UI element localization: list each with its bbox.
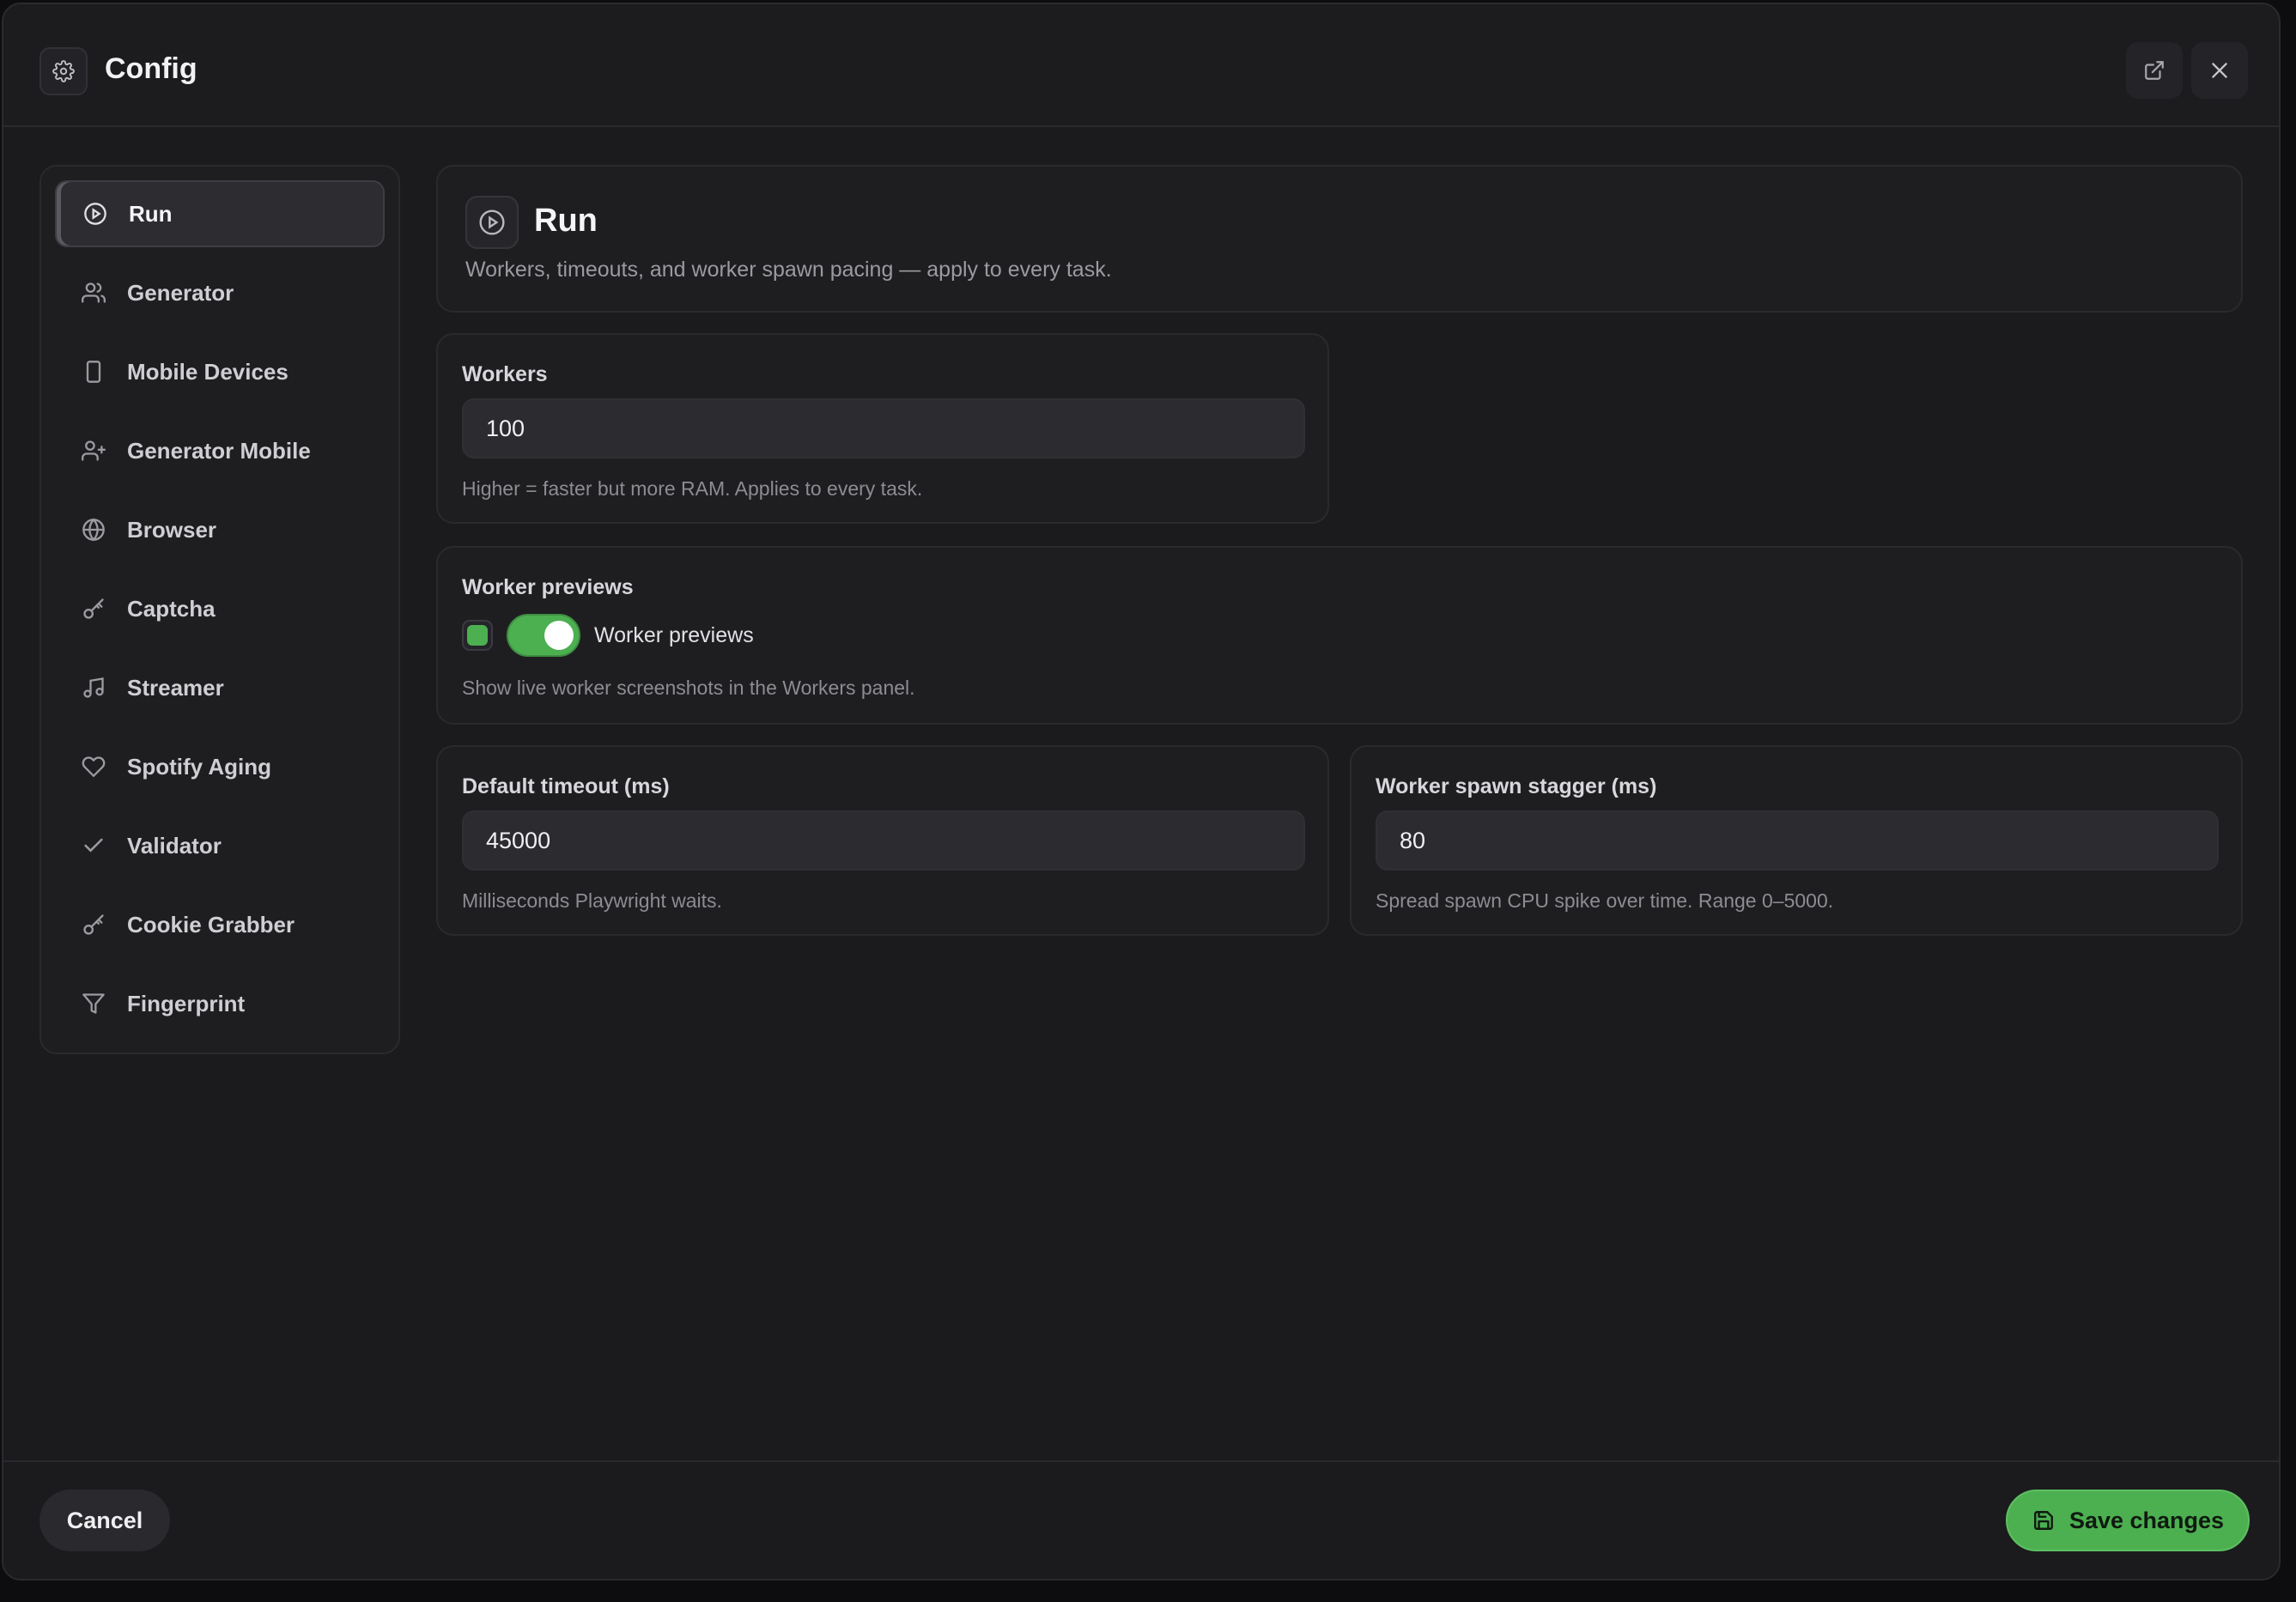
worker-previews-checkbox[interactable] — [462, 620, 493, 651]
users-icon — [81, 280, 106, 306]
play-circle-icon — [82, 201, 108, 227]
worker-previews-hint: Show live worker screenshots in the Work… — [462, 677, 915, 699]
close-button[interactable] — [2191, 42, 2248, 99]
sidebar-item-label: Generator — [127, 279, 234, 306]
default-timeout-input[interactable]: 45000 — [462, 810, 1305, 871]
worker-previews-toggle-row: Worker previews — [462, 613, 754, 658]
sidebar-item-captcha[interactable]: Captcha — [55, 575, 385, 642]
worker-previews-label: Worker previews — [462, 575, 634, 599]
key-icon — [81, 596, 106, 622]
popout-button[interactable] — [2126, 42, 2183, 99]
sidebar-item-label: Generator Mobile — [127, 437, 311, 464]
sidebar-item-cookie-grabber[interactable]: Cookie Grabber — [55, 891, 385, 958]
sidebar-item-label: Streamer — [127, 674, 224, 701]
section-description: Workers, timeouts, and worker spawn paci… — [465, 258, 1112, 282]
close-icon — [2212, 63, 2227, 78]
workers-input[interactable]: 100 — [462, 398, 1305, 458]
dialog-title: Config — [105, 52, 197, 85]
worker-previews-card: Worker previews Worker previews Show liv… — [436, 546, 2243, 725]
sidebar-item-label: Mobile Devices — [127, 358, 289, 385]
sidebar-item-mobile-devices[interactable]: Mobile Devices — [55, 338, 385, 405]
sidebar-item-validator[interactable]: Validator — [55, 812, 385, 879]
globe-icon — [81, 517, 106, 543]
settings-sidebar: Run Generator Mobile Devices Generator M… — [39, 165, 400, 1054]
spawn-stagger-hint: Spread spawn CPU spike over time. Range … — [1376, 889, 1834, 912]
sidebar-item-spotify-aging[interactable]: Spotify Aging — [55, 733, 385, 800]
save-button-label: Save changes — [2068, 1507, 2225, 1533]
sidebar-item-streamer[interactable]: Streamer — [55, 654, 385, 721]
external-link-icon — [2145, 61, 2164, 80]
sidebar-item-label: Run — [129, 200, 173, 227]
spawn-stagger-label: Worker spawn stagger (ms) — [1376, 774, 1657, 798]
key-icon — [81, 912, 106, 938]
dialog-footer: Cancel Save changes — [3, 1460, 2279, 1579]
sidebar-item-fingerprint[interactable]: Fingerprint — [55, 970, 385, 1037]
workers-label: Workers — [462, 362, 548, 386]
sidebar-item-generator-mobile[interactable]: Generator Mobile — [55, 417, 385, 484]
worker-previews-toggle-label: Worker previews — [594, 622, 754, 647]
save-icon — [2032, 1508, 2056, 1532]
section-title: Run — [534, 203, 598, 239]
dialog-header: Config — [3, 4, 2279, 127]
default-timeout-card: Default timeout (ms) 45000 Milliseconds … — [436, 745, 1329, 936]
default-timeout-label: Default timeout (ms) — [462, 774, 670, 798]
sidebar-item-label: Spotify Aging — [127, 753, 272, 780]
workers-card: Workers 100 Higher = faster but more RAM… — [436, 333, 1329, 524]
music-icon — [81, 675, 106, 701]
sidebar-item-label: Captcha — [127, 595, 216, 622]
sidebar-item-label: Fingerprint — [127, 990, 246, 1016]
filter-icon — [81, 991, 106, 1016]
sidebar-item-label: Cookie Grabber — [127, 911, 295, 938]
sidebar-item-label: Browser — [127, 516, 217, 543]
spawn-stagger-input[interactable]: 80 — [1376, 810, 2219, 871]
save-changes-button[interactable]: Save changes — [2006, 1490, 2250, 1551]
heart-icon — [81, 754, 106, 780]
sidebar-item-generator[interactable]: Generator — [55, 259, 385, 326]
sidebar-item-browser[interactable]: Browser — [55, 496, 385, 563]
worker-previews-switch[interactable] — [507, 614, 580, 657]
gear-icon — [39, 47, 88, 95]
sidebar-item-run[interactable]: Run — [55, 180, 385, 247]
check-icon — [81, 833, 106, 859]
sidebar-item-label: Validator — [127, 832, 222, 859]
smartphone-icon — [81, 359, 106, 385]
user-plus-icon — [81, 438, 106, 464]
section-header-card: Run Workers, timeouts, and worker spawn … — [436, 165, 2243, 313]
default-timeout-hint: Milliseconds Playwright waits. — [462, 889, 722, 912]
cancel-button[interactable]: Cancel — [39, 1490, 170, 1551]
workers-hint: Higher = faster but more RAM. Applies to… — [462, 477, 923, 500]
play-circle-icon — [465, 196, 519, 249]
config-dialog: Config Run Generator Mobile Devices Gene… — [2, 3, 2281, 1581]
spawn-stagger-card: Worker spawn stagger (ms) 80 Spread spaw… — [1350, 745, 2243, 936]
